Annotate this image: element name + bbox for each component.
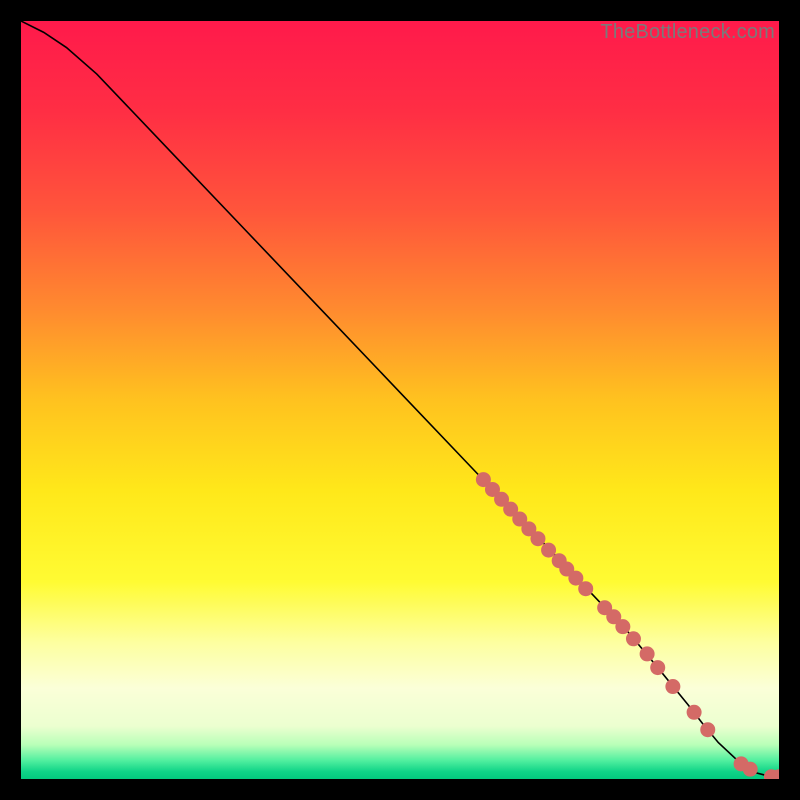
watermark-text: TheBottleneck.com [600, 21, 775, 44]
data-marker [640, 646, 655, 661]
gradient-background [21, 21, 779, 779]
data-marker [530, 531, 545, 546]
data-marker [626, 631, 641, 646]
data-marker [700, 722, 715, 737]
chart-frame: TheBottleneck.com [21, 21, 779, 779]
data-marker [541, 543, 556, 558]
data-marker [687, 705, 702, 720]
data-marker [743, 762, 758, 777]
data-marker [650, 660, 665, 675]
data-marker [665, 679, 680, 694]
data-marker [615, 619, 630, 634]
chart-svg [21, 21, 779, 779]
data-marker [578, 581, 593, 596]
